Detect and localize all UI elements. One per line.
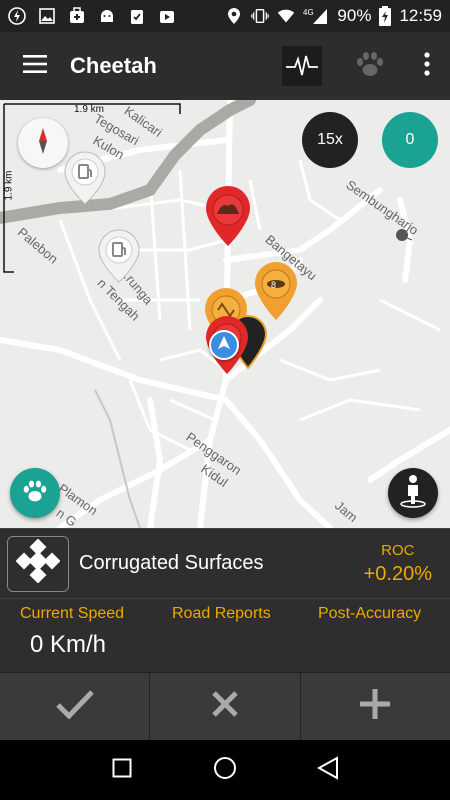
app-title: Cheetah [70,53,157,78]
roc-label: ROC [381,541,415,559]
current-speed-value: 0 Km/h [30,631,107,658]
triangle-back-icon [317,755,339,785]
surface-type-button[interactable] [7,535,69,592]
add-button[interactable] [300,672,450,740]
person-pin-icon [399,474,427,513]
stats-row: Current Speed Road Reports Post-Accuracy… [0,598,450,672]
pulse-icon [282,46,322,86]
battery-percent: 90% [337,6,372,25]
location-icon [225,7,243,25]
gas-station-marker[interactable] [62,150,108,211]
clock: 12:59 [399,6,442,25]
map-view[interactable]: 1.9 km 1.9 km Kalicari Tegosari Kulon Pa… [0,100,450,528]
surface-name: Corrugated Surfaces [79,552,264,574]
navigation-arrow-icon [216,335,232,356]
close-icon [210,689,240,724]
status-bar: 4G 90% 12:59 [0,0,450,32]
add-icon [358,687,392,726]
square-icon [112,758,132,783]
home-button[interactable] [205,750,245,790]
recents-button[interactable] [102,750,142,790]
signal-icon: 4G [303,7,329,25]
play-store-icon [158,7,176,25]
scale-label-side: 1.9 km [3,170,15,201]
action-row [0,672,450,740]
road-report-marker-red[interactable] [203,184,253,253]
android-icon [98,7,116,25]
current-location-marker[interactable] [209,330,239,360]
medical-bag-icon [68,7,86,25]
street-view-button[interactable] [388,468,438,518]
current-speed-label: Current Speed [20,605,125,622]
paw-icon [355,51,385,82]
post-accuracy-label: Post-Accuracy [318,605,422,622]
roc-value: +0.20% [363,562,432,585]
marker-number: 8 [271,280,277,290]
overflow-menu-button[interactable] [404,32,450,100]
svg-text:4G: 4G [303,8,314,17]
back-button[interactable] [308,750,348,790]
roc-box: ROC +0.20% [364,542,432,586]
app-root: 4G 90% 12:59 Cheetah 1.9 km 1.9 km Kalic… [0,0,450,800]
paw-icon [22,479,48,508]
pulse-button[interactable] [268,32,336,100]
menu-button[interactable] [0,32,70,100]
corrugated-surface-icon [15,538,61,588]
road-reports-label: Road Reports [172,605,271,622]
battery-charging-icon [379,6,392,26]
system-nav-bar [0,740,450,800]
hamburger-icon [23,54,47,78]
compass-icon [28,126,58,161]
flash-icon [8,7,26,25]
more-vert-icon [424,51,430,81]
vibrate-icon [251,7,270,25]
report-count-badge[interactable]: 0 [382,112,438,168]
confirm-button[interactable] [0,672,151,740]
cancel-button[interactable] [150,672,301,740]
paw-fab-button[interactable] [10,468,60,518]
circle-icon [213,756,237,785]
compass-button[interactable] [18,118,68,168]
check-icon [55,689,95,724]
image-icon [38,7,56,25]
clipboard-check-icon [128,7,146,25]
wifi-icon [277,7,295,25]
zoom-level-badge[interactable]: 15x [302,112,358,168]
paw-toolbar-button[interactable] [336,32,404,100]
app-bar: Cheetah [0,32,450,100]
gas-station-marker[interactable] [96,228,142,289]
surface-info-row: Corrugated Surfaces ROC +0.20% [0,528,450,598]
